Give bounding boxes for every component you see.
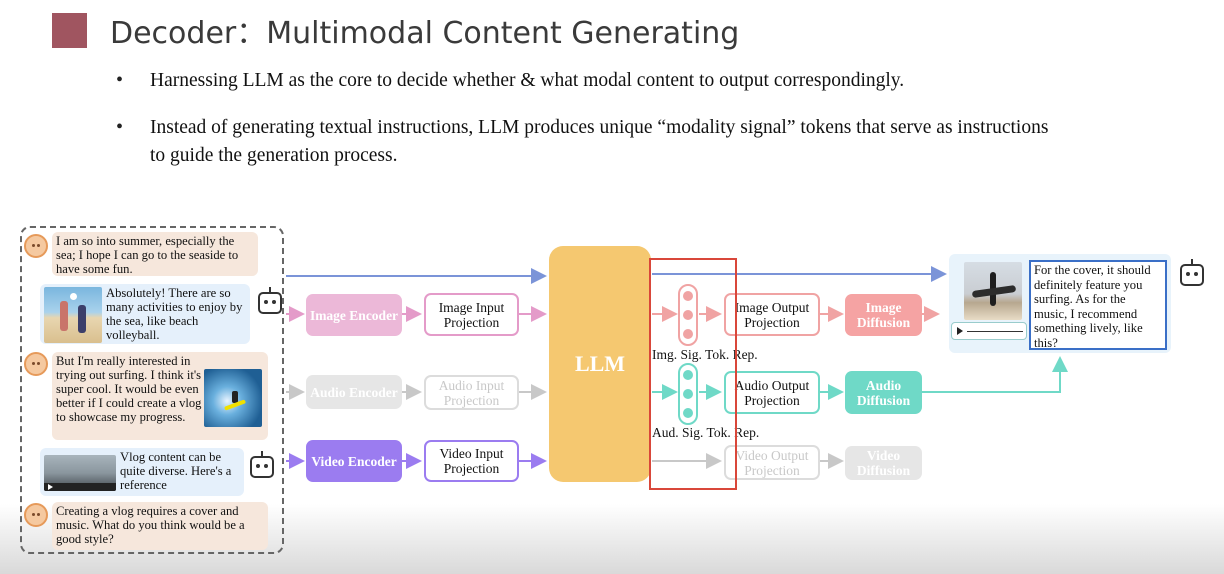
vlog-video-thumbnail: [44, 455, 116, 491]
signal-highlight-box: [649, 258, 737, 490]
image-input-projection: Image Input Projection: [424, 293, 519, 336]
image-output-projection: Image Output Projection: [724, 293, 820, 336]
video-diffusion: Video Diffusion: [845, 446, 922, 480]
user-avatar-icon: [24, 234, 48, 258]
robot-icon: [258, 287, 282, 314]
play-icon: [48, 484, 53, 490]
user-message-1: I am so into summer, especially the sea;…: [52, 232, 258, 276]
audio-output-projection: Audio Output Projection: [724, 371, 820, 414]
audio-player[interactable]: [951, 322, 1027, 340]
llm-block: LLM: [549, 246, 651, 482]
audio-result-arrow: [922, 356, 1068, 393]
image-diffusion: Image Diffusion: [845, 294, 922, 336]
user-message-3: Creating a vlog requires a cover and mus…: [52, 502, 268, 550]
video-encoder: Video Encoder: [306, 440, 402, 482]
robot-icon: [250, 451, 274, 478]
audio-encoder: Audio Encoder: [306, 375, 402, 409]
audio-diffusion: Audio Diffusion: [845, 371, 922, 414]
audio-progress-track[interactable]: [967, 331, 1023, 332]
surfing-wave-image: [204, 369, 262, 427]
play-icon[interactable]: [957, 327, 963, 335]
image-encoder: Image Encoder: [306, 294, 402, 336]
video-input-projection: Video Input Projection: [424, 440, 519, 482]
user-avatar-icon: [24, 352, 48, 376]
user-avatar-icon: [24, 503, 48, 527]
audio-input-projection: Audio Input Projection: [424, 375, 519, 410]
volleyball-image: [44, 287, 102, 343]
surfer-cover-image: [964, 262, 1022, 320]
robot-icon: [1180, 259, 1204, 286]
output-message: For the cover, it should definitely feat…: [1029, 260, 1167, 350]
video-output-projection: Video Output Projection: [724, 445, 820, 480]
